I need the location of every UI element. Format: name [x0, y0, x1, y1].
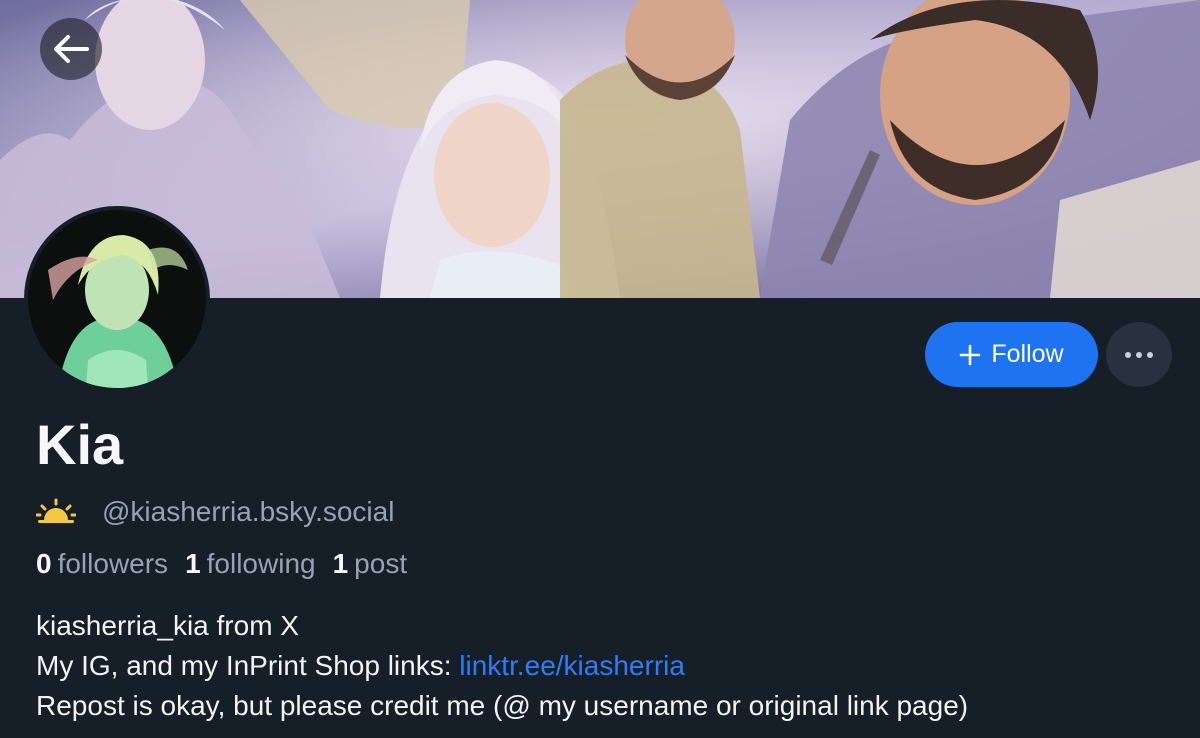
- profile-page: Follow Kia @kiasherria.bsky.social 0 foll…: [0, 0, 1200, 738]
- bio-line-3: Repost is okay, but please credit me (@ …: [36, 690, 969, 721]
- more-options-button[interactable]: [1106, 322, 1172, 387]
- posts-label: post: [354, 548, 408, 579]
- profile-stats: 0 followers 1 following 1 post: [36, 548, 424, 580]
- back-button[interactable]: [40, 18, 102, 80]
- posts-stat: 1 post: [333, 548, 408, 580]
- handle-row: @kiasherria.bsky.social: [36, 494, 394, 530]
- following-stat[interactable]: 1 following: [185, 548, 316, 580]
- followers-count: 0: [36, 548, 52, 579]
- bio-link[interactable]: linktr.ee/kiasherria: [459, 650, 685, 681]
- following-label: following: [206, 548, 316, 579]
- arrow-left-icon: [54, 35, 89, 63]
- bio-line-2: My IG, and my InPrint Shop links: linktr…: [36, 646, 968, 686]
- plus-icon: [960, 344, 981, 365]
- bio-line-2-text: My IG, and my InPrint Shop links:: [36, 650, 460, 681]
- follow-button[interactable]: Follow: [925, 322, 1098, 387]
- more-horizontal-icon: [1125, 351, 1153, 358]
- display-name: Kia: [36, 413, 124, 476]
- profile-bio: kiasherria_kia from X My IG, and my InPr…: [36, 606, 968, 726]
- avatar[interactable]: [24, 206, 210, 392]
- following-count: 1: [185, 548, 201, 579]
- handle[interactable]: @kiasherria.bsky.social: [102, 496, 394, 528]
- followers-label: followers: [57, 548, 169, 579]
- avatar-image: [28, 210, 206, 388]
- bio-line-1: kiasherria_kia from X: [36, 610, 299, 641]
- posts-count: 1: [332, 548, 349, 579]
- followers-stat[interactable]: 0 followers: [36, 548, 168, 580]
- sun-badge-icon: [36, 498, 76, 523]
- follow-button-label: Follow: [991, 340, 1064, 368]
